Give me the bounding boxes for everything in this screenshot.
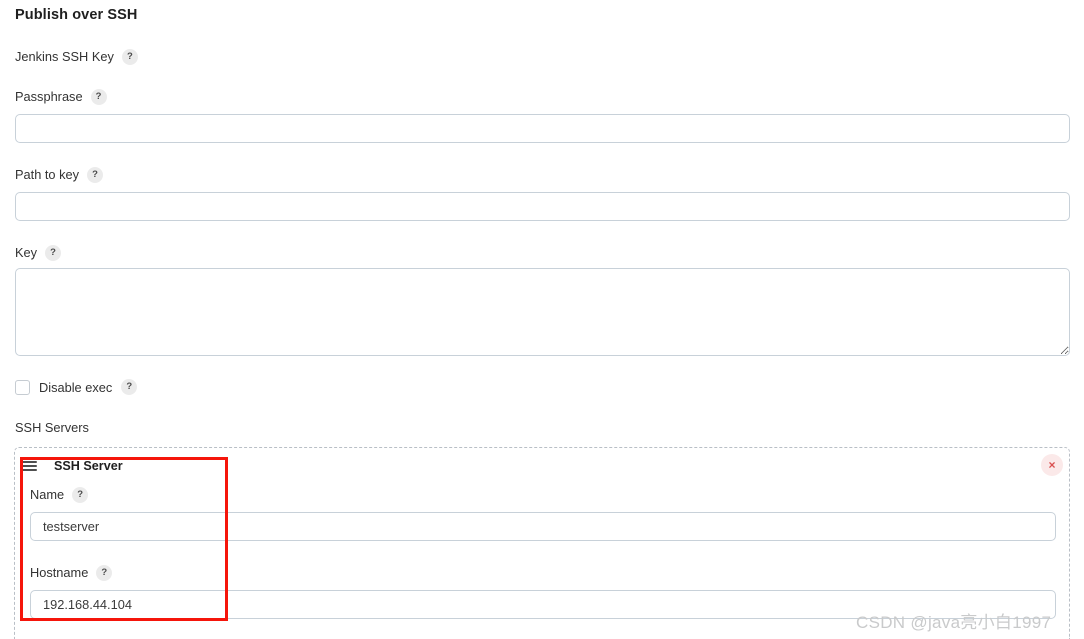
- help-icon[interactable]: ?: [90, 89, 107, 105]
- publish-over-ssh-form: Publish over SSH Jenkins SSH Key ? Passp…: [0, 0, 1084, 639]
- watermark: CSDN @java亮小白1997: [856, 613, 1052, 632]
- field-key-label: Key ?: [15, 245, 62, 261]
- field-path-to-key-label: Path to key ?: [15, 167, 104, 183]
- label-hostname: Hostname: [30, 565, 89, 580]
- help-icon[interactable]: ?: [87, 167, 104, 183]
- close-glyph: ×: [1048, 458, 1056, 472]
- help-icon[interactable]: ?: [121, 379, 138, 395]
- label-path-to-key: Path to key: [15, 167, 80, 182]
- help-icon[interactable]: ?: [72, 487, 89, 503]
- help-icon[interactable]: ?: [45, 245, 62, 261]
- field-name-label: Name ?: [30, 487, 89, 503]
- ssh-servers-label: SSH Servers: [15, 420, 89, 435]
- label-name: Name: [30, 487, 65, 502]
- help-icon[interactable]: ?: [96, 565, 113, 581]
- ssh-server-name-input[interactable]: [30, 512, 1056, 541]
- close-icon[interactable]: ×: [1041, 454, 1063, 476]
- key-textarea[interactable]: [15, 268, 1070, 356]
- disable-exec-checkbox[interactable]: [15, 379, 30, 395]
- hamburger-icon[interactable]: [22, 461, 37, 471]
- path-to-key-input[interactable]: [15, 192, 1070, 221]
- label-passphrase: Passphrase: [15, 89, 83, 104]
- field-hostname-label: Hostname ?: [30, 565, 113, 581]
- disable-exec-row[interactable]: Disable exec ?: [15, 379, 138, 395]
- label-jenkins-ssh-key: Jenkins SSH Key: [15, 49, 114, 64]
- ssh-server-panel-header: SSH Server: [22, 459, 123, 473]
- page-title: Publish over SSH: [15, 7, 138, 23]
- field-jenkins-ssh-key: Jenkins SSH Key ?: [15, 49, 138, 65]
- ssh-server-panel-title: SSH Server: [54, 459, 123, 473]
- field-passphrase-label: Passphrase ?: [15, 89, 107, 105]
- label-key: Key: [15, 245, 38, 260]
- passphrase-input[interactable]: [15, 114, 1070, 143]
- help-icon[interactable]: ?: [121, 49, 138, 65]
- disable-exec-label: Disable exec: [39, 379, 113, 395]
